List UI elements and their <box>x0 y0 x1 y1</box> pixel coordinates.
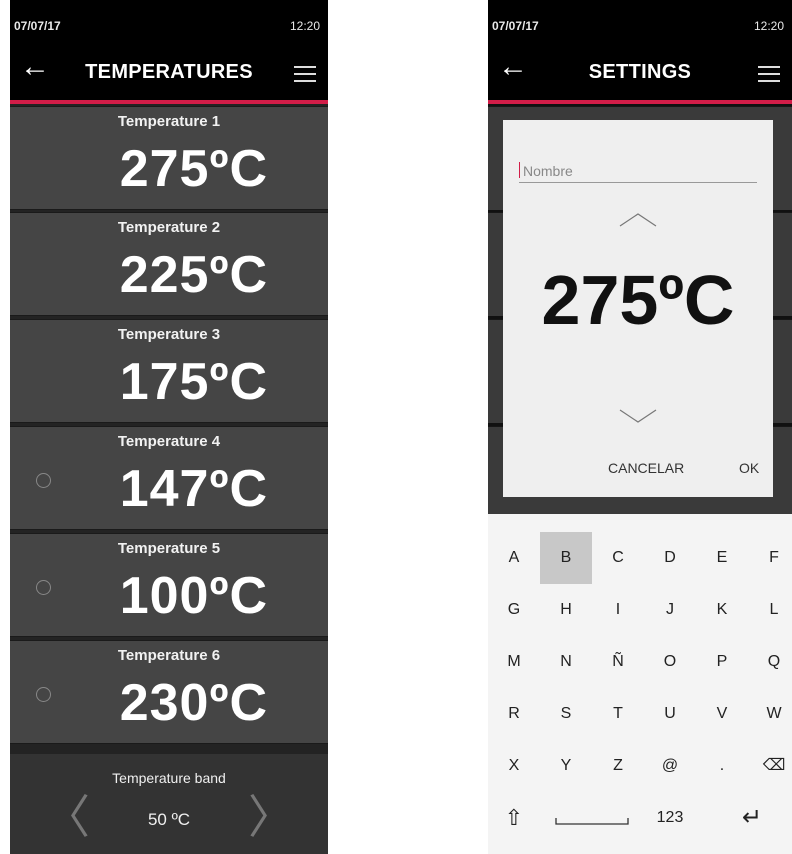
key-j[interactable]: J <box>644 584 696 636</box>
shift-icon[interactable]: ⇧ <box>488 792 540 844</box>
key-p[interactable]: P <box>696 636 748 688</box>
status-time: 12:20 <box>753 19 784 33</box>
temperature-value: 230ºC <box>119 674 268 732</box>
key-x[interactable]: X <box>488 740 540 792</box>
app-bar: ← SETTINGS <box>488 38 792 100</box>
key-r[interactable]: R <box>488 688 540 740</box>
value-dialog: Nombre 275ºC CANCELAR OK <box>503 120 773 497</box>
temperature-label: Temperature 3 <box>117 326 221 343</box>
temperature-label: Temperature 5 <box>117 540 221 557</box>
hamburger-menu-icon[interactable] <box>294 66 316 82</box>
status-bar: 07/07/17 12:20 <box>10 0 328 38</box>
accent-divider <box>488 100 792 104</box>
key-b[interactable]: B <box>540 532 592 584</box>
status-time: 12:20 <box>289 19 320 33</box>
temperature-value: 275ºC <box>119 140 268 198</box>
temperature-label: Temperature 4 <box>117 433 221 450</box>
page-title: TEMPERATURES <box>85 61 253 83</box>
temperature-band-panel: Temperature band 〈 50 ºC 〉 <box>10 754 328 854</box>
status-date: 07/07/17 <box>492 19 539 33</box>
key-period[interactable]: . <box>696 740 748 792</box>
status-bar: 07/07/17 12:20 <box>488 0 792 38</box>
numbers-key[interactable]: 123 <box>644 792 696 844</box>
key-a[interactable]: A <box>488 532 540 584</box>
key-s[interactable]: S <box>540 688 592 740</box>
key-v[interactable]: V <box>696 688 748 740</box>
temperature-value: 225ºC <box>119 246 268 304</box>
chevron-right-icon[interactable]: 〉 <box>248 794 294 840</box>
app-bar: ← TEMPERATURES <box>10 38 328 100</box>
space-bar-icon <box>555 818 629 825</box>
chevron-down-icon <box>619 409 657 423</box>
temperature-card-4[interactable]: Temperature 4 147ºC <box>10 426 328 530</box>
temperatures-screen: 07/07/17 12:20 ← TEMPERATURES Temperatur… <box>10 0 328 854</box>
space-bar[interactable] <box>550 792 634 844</box>
key-k[interactable]: K <box>696 584 748 636</box>
key-h[interactable]: H <box>540 584 592 636</box>
enter-icon[interactable]: ↵ <box>726 792 778 844</box>
key-m[interactable]: M <box>488 636 540 688</box>
temperature-label: Temperature 2 <box>117 219 221 236</box>
page-title: SETTINGS <box>588 61 692 83</box>
temperature-value: 100ºC <box>119 567 268 625</box>
key-u[interactable]: U <box>644 688 696 740</box>
ok-button[interactable]: OK <box>739 460 759 476</box>
key-c[interactable]: C <box>592 532 644 584</box>
key-d[interactable]: D <box>644 532 696 584</box>
cancel-button[interactable]: CANCELAR <box>608 460 684 476</box>
radio-button[interactable] <box>36 473 51 488</box>
temperature-label: Temperature 1 <box>117 113 221 130</box>
chevron-up-icon <box>619 213 657 227</box>
backspace-icon[interactable]: ⌫ <box>748 740 792 792</box>
temperature-label: Temperature 6 <box>117 647 221 664</box>
temperature-card-3[interactable]: Temperature 3 175ºC <box>10 319 328 423</box>
key-t[interactable]: T <box>592 688 644 740</box>
key-g[interactable]: G <box>488 584 540 636</box>
name-input[interactable]: Nombre <box>519 160 757 183</box>
on-screen-keyboard: A B C D E F G H I J K L M N Ñ O P Q R S … <box>488 514 792 854</box>
temperature-card-1[interactable]: Temperature 1 275ºC <box>10 106 328 210</box>
temperature-card-5[interactable]: Temperature 5 100ºC <box>10 533 328 637</box>
temperature-value: 175ºC <box>119 353 268 411</box>
radio-button[interactable] <box>36 580 51 595</box>
key-w[interactable]: W <box>748 688 792 740</box>
key-l[interactable]: L <box>748 584 792 636</box>
decrease-button[interactable] <box>503 408 773 429</box>
key-i[interactable]: I <box>592 584 644 636</box>
temperature-card-6[interactable]: Temperature 6 230ºC <box>10 640 328 744</box>
temperature-value: 147ºC <box>119 460 268 518</box>
key-at[interactable]: @ <box>644 740 696 792</box>
temperature-card-2[interactable]: Temperature 2 225ºC <box>10 212 328 316</box>
increase-button[interactable] <box>503 212 773 233</box>
key-q[interactable]: Q <box>748 636 792 688</box>
radio-button[interactable] <box>36 687 51 702</box>
name-placeholder: Nombre <box>523 163 573 179</box>
key-z[interactable]: Z <box>592 740 644 792</box>
key-o[interactable]: O <box>644 636 696 688</box>
band-label: Temperature band <box>112 770 226 786</box>
accent-divider <box>10 100 328 104</box>
key-n[interactable]: N <box>540 636 592 688</box>
status-date: 07/07/17 <box>14 19 61 33</box>
key-y[interactable]: Y <box>540 740 592 792</box>
hamburger-menu-icon[interactable] <box>758 66 780 82</box>
key-e[interactable]: E <box>696 532 748 584</box>
key-f[interactable]: F <box>748 532 792 584</box>
text-caret <box>519 162 520 178</box>
selected-temperature-value: 275ºC <box>541 261 735 339</box>
settings-screen: 07/07/17 12:20 ← SETTINGS Nombre 275ºC C… <box>488 0 792 854</box>
key-n-tilde[interactable]: Ñ <box>592 636 644 688</box>
